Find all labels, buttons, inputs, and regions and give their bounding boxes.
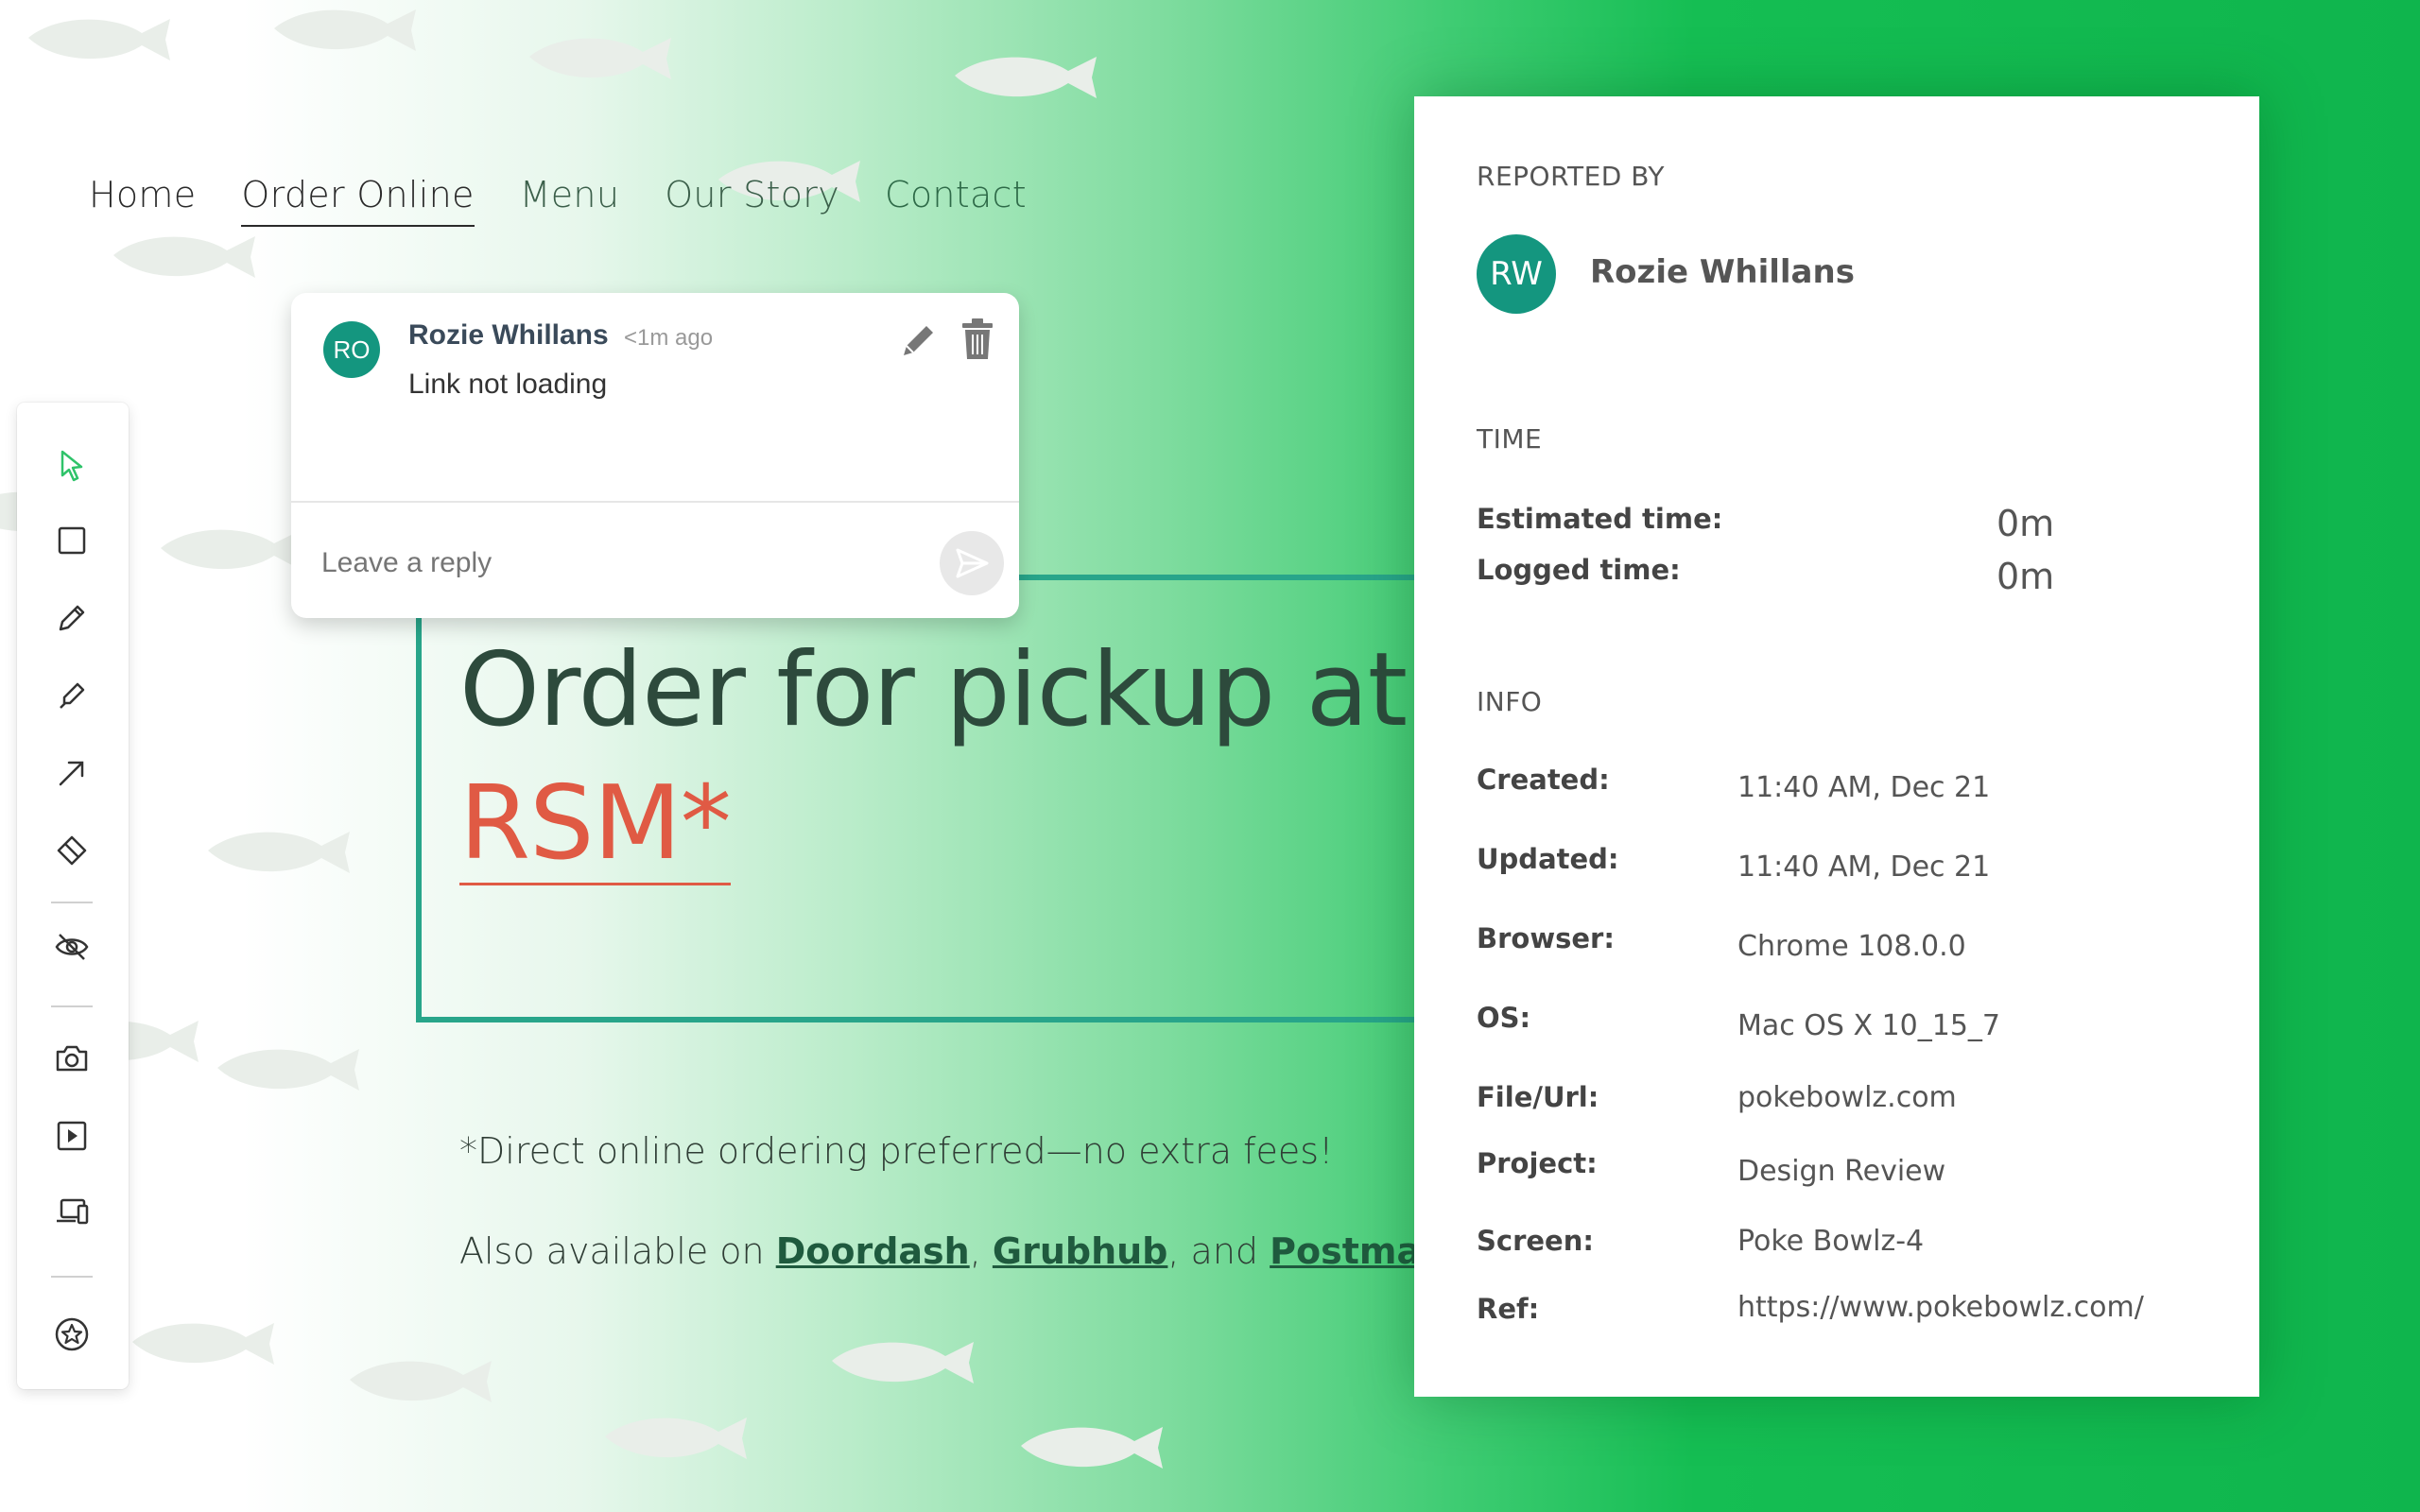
pointer-icon[interactable]: [49, 442, 95, 488]
time-heading: TIME: [1477, 423, 1543, 455]
avatar: RW: [1477, 234, 1556, 314]
pencil-icon[interactable]: [49, 595, 95, 641]
highlighter-icon[interactable]: [49, 673, 95, 718]
project-label: Project:: [1477, 1147, 1598, 1179]
reported-by-heading: REPORTED BY: [1477, 161, 1666, 192]
toolbar-divider: [51, 902, 93, 903]
hero-location: RSM*: [459, 765, 732, 886]
arrow-icon[interactable]: [49, 750, 95, 796]
ref-value[interactable]: https://www.pokebowlz.com/: [1737, 1291, 2144, 1324]
nav-home[interactable]: Home: [89, 174, 196, 227]
hero-heading: Order for pickup at: [459, 631, 1408, 749]
toolbar-divider: [51, 1276, 93, 1278]
nav-order-online[interactable]: Order Online: [241, 174, 475, 227]
screen-value: Poke Bowlz-4: [1737, 1225, 1925, 1258]
estimated-time-value[interactable]: 0m: [1996, 503, 2054, 544]
send-button[interactable]: [940, 531, 1004, 595]
reporter-name: Rozie Whillans: [1590, 253, 1855, 291]
edit-icon[interactable]: [898, 319, 940, 361]
info-heading: INFO: [1477, 686, 1543, 717]
doordash-link[interactable]: Doordash: [776, 1230, 970, 1272]
nav-our-story[interactable]: Our Story: [665, 174, 839, 227]
os-label: OS:: [1477, 1002, 1531, 1034]
issue-details-panel: REPORTED BY RW Rozie Whillans TIME Estim…: [1414, 96, 2259, 1397]
logged-time-value[interactable]: 0m: [1996, 556, 2054, 597]
also-prefix: Also available on: [459, 1230, 776, 1272]
comment-timestamp: <1m ago: [624, 325, 714, 351]
updated-label: Updated:: [1477, 843, 1619, 875]
device-icon[interactable]: [49, 1189, 95, 1234]
nav-menu[interactable]: Menu: [520, 174, 620, 227]
grubhub-link[interactable]: Grubhub: [993, 1230, 1168, 1272]
screen-label: Screen:: [1477, 1225, 1594, 1257]
video-icon[interactable]: [49, 1113, 95, 1159]
camera-icon[interactable]: [49, 1036, 95, 1081]
browser-value: Chrome 108.0.0: [1737, 930, 1966, 963]
created-value: 11:40 AM, Dec 21: [1737, 771, 1991, 804]
separator: ,: [969, 1230, 993, 1272]
logged-time-label: Logged time:: [1477, 554, 1681, 586]
separator: , and: [1167, 1230, 1270, 1272]
comment-text: Link not loading: [408, 369, 608, 400]
send-icon: [956, 548, 989, 578]
created-label: Created:: [1477, 764, 1610, 796]
file-url-label: File/Url:: [1477, 1081, 1599, 1113]
ref-label: Ref:: [1477, 1293, 1540, 1325]
project-value: Design Review: [1737, 1155, 1946, 1188]
reply-input[interactable]: [320, 546, 890, 580]
avatar: RO: [323, 321, 380, 378]
star-icon[interactable]: [49, 1312, 95, 1357]
ordering-note: *Direct online ordering preferred—no ext…: [459, 1130, 1334, 1172]
estimated-time-label: Estimated time:: [1477, 503, 1723, 535]
divider: [291, 501, 1019, 503]
trash-icon[interactable]: [959, 318, 996, 361]
delivery-partners: Also available on Doordash, Grubhub, and…: [459, 1230, 1484, 1272]
eye-off-icon[interactable]: [49, 924, 95, 970]
updated-value: 11:40 AM, Dec 21: [1737, 850, 1991, 884]
os-value: Mac OS X 10_15_7: [1737, 1009, 2001, 1042]
eraser-icon[interactable]: [49, 826, 95, 871]
file-url-value[interactable]: pokebowlz.com: [1737, 1081, 1957, 1114]
browser-label: Browser:: [1477, 922, 1615, 954]
comment-author: Rozie Whillans: [408, 319, 609, 351]
toolbar-divider: [51, 1005, 93, 1007]
rectangle-icon[interactable]: [49, 518, 95, 563]
comment-popup: RO Rozie Whillans <1m ago Link not loadi…: [291, 293, 1019, 618]
main-nav: Home Order Online Menu Our Story Contact: [89, 174, 1027, 227]
annotation-toolbar: [17, 403, 129, 1389]
nav-contact[interactable]: Contact: [885, 174, 1027, 227]
